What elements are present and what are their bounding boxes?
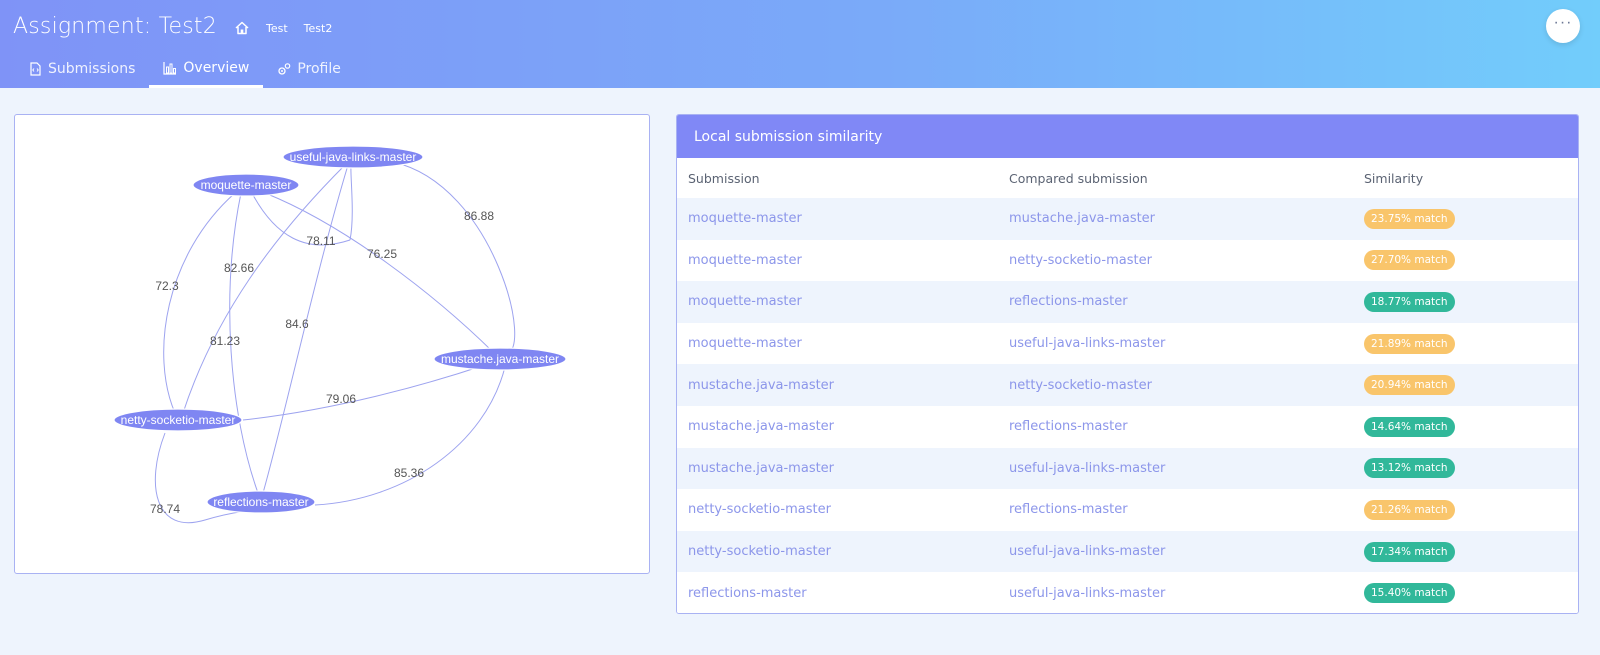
similarity-badge[interactable]: 13.12% match	[1364, 458, 1455, 479]
graph-edge	[242, 364, 486, 421]
graph-edge	[163, 192, 236, 414]
similarity-badge[interactable]: 21.26% match	[1364, 499, 1455, 520]
compared-submission-link[interactable]: netty-socketio-master	[1009, 378, 1152, 393]
edge-weight-label: 82.66	[224, 261, 254, 275]
tab-overview-label: Overview	[183, 59, 250, 76]
submission-link[interactable]: moquette-master	[688, 211, 802, 226]
table-row: moquette-master reflections-master 18.77% …	[677, 281, 1578, 323]
similarity-badge[interactable]: 21.89% match	[1364, 333, 1455, 354]
compared-submission-link[interactable]: mustache.java-master	[1009, 211, 1155, 226]
compared-submission-link[interactable]: useful-java-links-master	[1009, 336, 1165, 351]
submission-link[interactable]: mustache.java-master	[688, 461, 834, 476]
more-options-button[interactable]: ···	[1546, 9, 1580, 43]
compared-submission-link[interactable]: reflections-master	[1009, 502, 1128, 517]
table-row: reflections-master useful-java-links-mast…	[677, 572, 1578, 613]
column-header-compared: Compared submission	[1009, 170, 1148, 186]
edge-weight-label: 76.25	[367, 247, 397, 261]
submission-link[interactable]: netty-socketio-master	[688, 502, 831, 517]
edge-weight-label: 78.11	[306, 234, 335, 248]
column-header-similarity: Similarity	[1364, 170, 1424, 186]
gears-icon	[277, 62, 291, 76]
compared-submission-link[interactable]: useful-java-links-master	[1009, 586, 1165, 601]
graph-node-label: useful-java-links-master	[290, 150, 417, 164]
graph-node-label: netty-socketio-master	[121, 413, 236, 427]
graph-node-moquette[interactable]: moquette-master	[192, 173, 300, 197]
tab-submissions[interactable]: Submissions	[14, 50, 149, 88]
table-row: moquette-master mustache.java-master 23.75…	[677, 198, 1578, 240]
breadcrumb-item-course[interactable]: Test	[266, 22, 288, 35]
card-title: Local submission similarity	[677, 115, 1578, 158]
submission-link[interactable]: moquette-master	[688, 294, 802, 309]
bar-chart-icon	[163, 61, 177, 75]
submission-link[interactable]: reflections-master	[688, 586, 807, 601]
file-code-icon	[28, 62, 42, 76]
page-title: Assignment: Test2	[13, 14, 217, 39]
compared-submission-link[interactable]: netty-socketio-master	[1009, 253, 1152, 268]
tab-overview[interactable]: Overview	[149, 50, 264, 88]
table-row: mustache.java-master netty-socketio-maste…	[677, 364, 1578, 406]
similarity-badge[interactable]: 23.75% match	[1364, 208, 1455, 229]
submission-link[interactable]: moquette-master	[688, 336, 802, 351]
edge-weight-label: 79.06	[326, 392, 356, 406]
tab-submissions-label: Submissions	[48, 61, 136, 77]
edge-weight-label: 81.23	[210, 334, 240, 348]
table-row: mustache.java-master reflections-master 14…	[677, 405, 1578, 448]
compared-submission-link[interactable]: useful-java-links-master	[1009, 461, 1165, 476]
similarity-badge[interactable]: 14.64% match	[1364, 416, 1455, 437]
table-row: mustache.java-master useful-java-links-ma…	[677, 447, 1578, 490]
tab-profile[interactable]: Profile	[263, 50, 355, 88]
similarity-graph-card: 86.88 78.11 76.25 72.3 82.66 84.6 81.23 79.06 85…	[14, 114, 650, 574]
column-header-submission: Submission	[688, 170, 760, 186]
submission-link[interactable]: moquette-master	[688, 253, 802, 268]
edge-weight-label: 86.88	[464, 209, 494, 223]
edge-weight-label: 85.36	[394, 466, 424, 480]
graph-edge	[392, 161, 516, 355]
edge-weight-label: 78.74	[150, 502, 180, 516]
breadcrumb-item-assignment[interactable]: Test2	[304, 22, 333, 35]
table-row: netty-socketio-master reflections-master 2…	[677, 489, 1578, 531]
graph-node-mustache[interactable]: mustache.java-master	[433, 347, 567, 371]
local-similarity-card: Local submission similarity Submission C…	[676, 114, 1579, 614]
similarity-table: Submission Compared submission Similarit…	[677, 158, 1578, 613]
graph-node-label: moquette-master	[201, 178, 292, 192]
edge-weight-label: 72.3	[155, 279, 179, 293]
submission-link[interactable]: mustache.java-master	[688, 419, 834, 434]
tab-bar: Submissions Overview Profile	[14, 50, 355, 88]
table-row: moquette-master useful-java-links-master 2…	[677, 322, 1578, 365]
similarity-badge[interactable]: 18.77% match	[1364, 291, 1455, 312]
graph-node-label: reflections-master	[213, 495, 308, 509]
edge-weight-label: 84.6	[285, 317, 309, 331]
graph-node-netty[interactable]: netty-socketio-master	[113, 408, 243, 432]
graph-node-reflections[interactable]: reflections-master	[206, 490, 316, 514]
submission-link[interactable]: mustache.java-master	[688, 378, 834, 393]
table-row: moquette-master netty-socketio-master 27.7…	[677, 239, 1578, 282]
similarity-badge[interactable]: 17.34% match	[1364, 541, 1455, 562]
similarity-badge[interactable]: 15.40% match	[1364, 583, 1455, 604]
compared-submission-link[interactable]: reflections-master	[1009, 294, 1128, 309]
table-header-row: Submission Compared submission Similarit…	[677, 158, 1578, 198]
similarity-badge[interactable]: 27.70% match	[1364, 250, 1455, 271]
similarity-graph[interactable]: 86.88 78.11 76.25 72.3 82.66 84.6 81.23 79.06 85…	[15, 115, 651, 575]
similarity-badge[interactable]: 20.94% match	[1364, 375, 1455, 396]
submission-link[interactable]: netty-socketio-master	[688, 544, 831, 559]
graph-edge	[182, 164, 346, 414]
compared-submission-link[interactable]: reflections-master	[1009, 419, 1128, 434]
home-icon[interactable]	[234, 20, 250, 36]
compared-submission-link[interactable]: useful-java-links-master	[1009, 544, 1165, 559]
graph-node-label: mustache.java-master	[441, 352, 559, 366]
breadcrumb: Test Test2	[234, 20, 348, 36]
table-row: netty-socketio-master useful-java-links-m…	[677, 530, 1578, 573]
page-header: Assignment: Test2 Test Test2 ··· Submiss…	[0, 0, 1600, 88]
tab-profile-label: Profile	[297, 61, 341, 77]
graph-node-useful[interactable]: useful-java-links-master	[282, 145, 424, 169]
